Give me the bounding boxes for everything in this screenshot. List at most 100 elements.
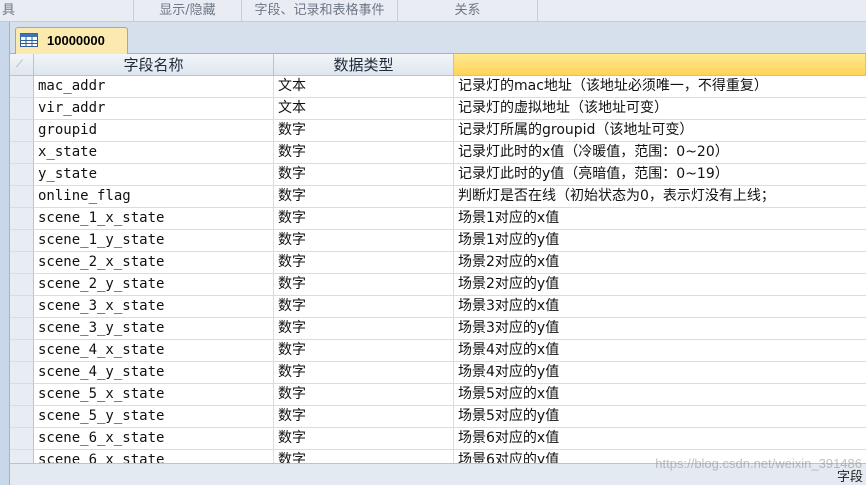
data-type-cell[interactable]: 数字	[274, 120, 454, 142]
data-type-cell[interactable]: 文本	[274, 76, 454, 98]
description-cell[interactable]: 场景2对应的x值	[454, 252, 866, 274]
table-design-grid[interactable]: ⟋ 字段名称 数据类型 mac_addr 文本 记录灯的mac地址（该地址必须唯一，…	[10, 54, 866, 463]
column-header-data-type[interactable]: 数据类型	[274, 54, 454, 76]
data-type-cell[interactable]: 数字	[274, 164, 454, 186]
column-header-field-name[interactable]: 字段名称	[34, 54, 274, 76]
ribbon-group-labels: 具 显示/隐藏 字段、记录和表格事件 关系	[0, 0, 866, 22]
description-cell[interactable]: 判断灯是否在线（初始状态为0，表示灯没有上线；	[454, 186, 866, 208]
table-row[interactable]: groupid 数字 记录灯所属的groupid（该地址可变）	[10, 120, 866, 142]
data-type-cell[interactable]: 数字	[274, 428, 454, 450]
table-row[interactable]: mac_addr 文本 记录灯的mac地址（该地址必须唯一，不得重复）	[10, 76, 866, 98]
description-cell[interactable]: 场景5对应的x值	[454, 384, 866, 406]
column-header-description[interactable]	[454, 54, 866, 76]
row-selector[interactable]	[10, 142, 34, 164]
description-cell[interactable]: 记录灯此时的y值（亮暗值，范围：0~19）	[454, 164, 866, 186]
row-selector[interactable]	[10, 406, 34, 428]
field-name-cell[interactable]: scene_2_x_state	[34, 252, 274, 274]
description-cell[interactable]: 记录灯的虚拟地址（该地址可变）	[454, 98, 866, 120]
row-selector[interactable]	[10, 296, 34, 318]
table-row[interactable]: scene_3_x_state 数字 场景3对应的x值	[10, 296, 866, 318]
data-type-cell[interactable]: 数字	[274, 186, 454, 208]
table-row[interactable]: scene_1_y_state 数字 场景1对应的y值	[10, 230, 866, 252]
data-type-cell[interactable]: 数字	[274, 274, 454, 296]
data-type-cell[interactable]: 数字	[274, 252, 454, 274]
row-selector[interactable]	[10, 450, 34, 463]
field-name-cell[interactable]: scene_4_y_state	[34, 362, 274, 384]
row-selector[interactable]	[10, 384, 34, 406]
field-name-cell[interactable]: online_flag	[34, 186, 274, 208]
data-type-cell[interactable]: 数字	[274, 406, 454, 428]
table-row[interactable]: scene_2_y_state 数字 场景2对应的y值	[10, 274, 866, 296]
field-name-cell[interactable]: scene_6_x_state	[34, 450, 274, 463]
data-type-cell[interactable]: 数字	[274, 142, 454, 164]
watermark: https://blog.csdn.net/weixin_391486	[655, 456, 862, 471]
field-name-cell[interactable]: scene_1_y_state	[34, 230, 274, 252]
field-name-cell[interactable]: groupid	[34, 120, 274, 142]
row-selector[interactable]	[10, 76, 34, 98]
row-selector[interactable]	[10, 340, 34, 362]
description-cell[interactable]: 场景5对应的y值	[454, 406, 866, 428]
row-selector[interactable]	[10, 252, 34, 274]
field-name-cell[interactable]: scene_2_y_state	[34, 274, 274, 296]
table-row[interactable]: scene_6_x_state 数字 场景6对应的x值	[10, 428, 866, 450]
row-selector[interactable]	[10, 428, 34, 450]
row-selector[interactable]	[10, 98, 34, 120]
field-name-cell[interactable]: y_state	[34, 164, 274, 186]
description-cell[interactable]: 场景4对应的y值	[454, 362, 866, 384]
table-row[interactable]: scene_5_y_state 数字 场景5对应的y值	[10, 406, 866, 428]
row-selector[interactable]	[10, 164, 34, 186]
row-selector[interactable]	[10, 274, 34, 296]
row-selector[interactable]	[10, 186, 34, 208]
field-name-cell[interactable]: mac_addr	[34, 76, 274, 98]
field-name-cell[interactable]: vir_addr	[34, 98, 274, 120]
field-rows: mac_addr 文本 记录灯的mac地址（该地址必须唯一，不得重复） vir_add…	[10, 76, 866, 463]
row-selector[interactable]	[10, 362, 34, 384]
table-row[interactable]: scene_4_y_state 数字 场景4对应的y值	[10, 362, 866, 384]
data-type-cell[interactable]: 数字	[274, 340, 454, 362]
data-type-cell[interactable]: 数字	[274, 384, 454, 406]
field-name-cell[interactable]: scene_1_x_state	[34, 208, 274, 230]
table-row[interactable]: vir_addr 文本 记录灯的虚拟地址（该地址可变）	[10, 98, 866, 120]
table-row[interactable]: scene_2_x_state 数字 场景2对应的x值	[10, 252, 866, 274]
field-name-cell[interactable]: scene_3_y_state	[34, 318, 274, 340]
data-type-cell[interactable]: 数字	[274, 230, 454, 252]
field-name-cell[interactable]: scene_6_x_state	[34, 428, 274, 450]
table-row[interactable]: scene_4_x_state 数字 场景4对应的x值	[10, 340, 866, 362]
description-cell[interactable]: 场景1对应的x值	[454, 208, 866, 230]
field-name-cell[interactable]: x_state	[34, 142, 274, 164]
table-icon	[20, 33, 38, 47]
table-row[interactable]: scene_1_x_state 数字 场景1对应的x值	[10, 208, 866, 230]
description-cell[interactable]: 记录灯所属的groupid（该地址可变）	[454, 120, 866, 142]
data-type-cell[interactable]: 数字	[274, 208, 454, 230]
field-name-cell[interactable]: scene_4_x_state	[34, 340, 274, 362]
field-name-cell[interactable]: scene_3_x_state	[34, 296, 274, 318]
tab-table[interactable]: 10000000	[15, 27, 128, 54]
data-type-cell[interactable]: 数字	[274, 362, 454, 384]
field-name-cell[interactable]: scene_5_x_state	[34, 384, 274, 406]
description-cell[interactable]: 场景2对应的y值	[454, 274, 866, 296]
row-selector[interactable]	[10, 230, 34, 252]
row-selector[interactable]	[10, 208, 34, 230]
table-row[interactable]: scene_3_y_state 数字 场景3对应的y值	[10, 318, 866, 340]
data-type-cell[interactable]: 数字	[274, 318, 454, 340]
description-cell[interactable]: 场景3对应的y值	[454, 318, 866, 340]
row-selector[interactable]	[10, 120, 34, 142]
navigation-pane[interactable]	[0, 22, 10, 485]
data-type-cell[interactable]: 文本	[274, 98, 454, 120]
description-cell[interactable]: 场景3对应的x值	[454, 296, 866, 318]
table-row[interactable]: y_state 数字 记录灯此时的y值（亮暗值，范围：0~19）	[10, 164, 866, 186]
row-selector[interactable]	[10, 318, 34, 340]
ribbon-group-events: 字段、记录和表格事件	[242, 0, 398, 21]
field-name-cell[interactable]: scene_5_y_state	[34, 406, 274, 428]
data-type-cell[interactable]: 数字	[274, 450, 454, 463]
description-cell[interactable]: 场景4对应的x值	[454, 340, 866, 362]
data-type-cell[interactable]: 数字	[274, 296, 454, 318]
description-cell[interactable]: 场景1对应的y值	[454, 230, 866, 252]
table-row[interactable]: scene_5_x_state 数字 场景5对应的x值	[10, 384, 866, 406]
select-all-corner[interactable]: ⟋	[10, 54, 34, 76]
description-cell[interactable]: 场景6对应的x值	[454, 428, 866, 450]
description-cell[interactable]: 记录灯此时的x值（冷暖值，范围：0~20）	[454, 142, 866, 164]
table-row[interactable]: x_state 数字 记录灯此时的x值（冷暖值，范围：0~20）	[10, 142, 866, 164]
table-row[interactable]: online_flag 数字 判断灯是否在线（初始状态为0，表示灯没有上线；	[10, 186, 866, 208]
description-cell[interactable]: 记录灯的mac地址（该地址必须唯一，不得重复）	[454, 76, 866, 98]
